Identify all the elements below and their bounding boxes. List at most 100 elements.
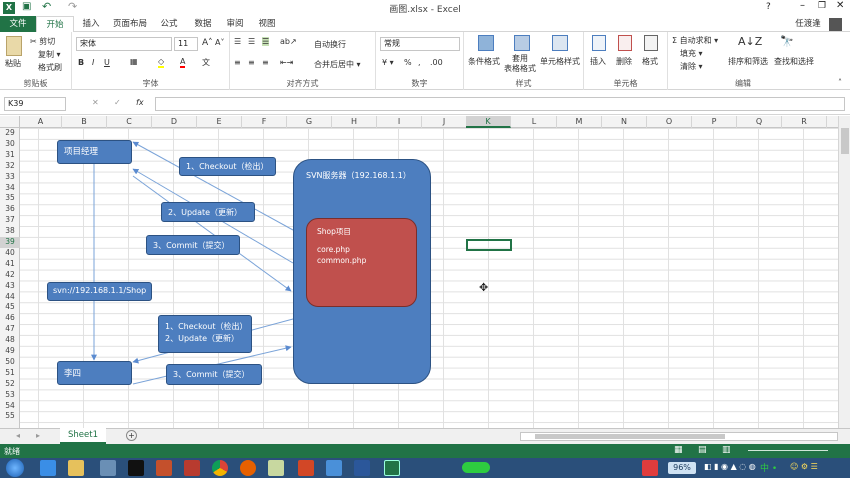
column-header-H[interactable]: H [332,116,377,128]
prev-sheet-icon[interactable]: ◂ [16,431,20,440]
zoom-slider[interactable] [748,450,828,451]
horizontal-scrollbar[interactable] [520,432,838,441]
find-select-icon[interactable]: 🔭 [780,35,794,48]
delete-cells-button[interactable]: 删除 [616,56,632,67]
tab-view[interactable]: 视图 [252,16,282,32]
step-checkout-label[interactable]: 1、Checkout（检出） [179,157,276,176]
phonetic-icon[interactable]: 文 [202,57,210,68]
column-header-A[interactable]: A [20,116,62,128]
help-icon[interactable]: ? [766,2,771,12]
column-header-I[interactable]: I [377,116,422,128]
fill-color-icon[interactable]: ◇ [158,57,165,68]
insert-cells-button[interactable]: 插入 [590,56,606,67]
chrome-icon[interactable] [212,460,228,476]
app-icon[interactable] [100,460,116,476]
avatar[interactable] [829,18,842,31]
lisi-box[interactable]: 李四 [57,361,132,385]
align-center-icon[interactable]: ≡ [248,58,255,67]
cell-styles-button[interactable]: 单元格样式 [540,56,580,67]
align-left-icon[interactable]: ≡ [234,58,241,67]
font-size-select[interactable]: 11 [174,37,198,51]
page-break-view-icon[interactable]: ▥ [722,445,731,455]
tab-insert[interactable]: 插入 [76,16,106,32]
delete-cells-icon[interactable] [618,35,632,51]
step-lisi-commit-label[interactable]: 3、Commit（提交） [166,364,262,385]
antivirus-icon[interactable] [642,460,658,476]
column-header-O[interactable]: O [647,116,692,128]
align-bottom-icon[interactable]: ☰ [262,37,270,46]
green-pill-icon[interactable] [462,462,490,473]
mail-icon[interactable] [326,460,342,476]
svn-url-label[interactable]: svn://192.168.1.1/Shop [47,282,152,301]
align-top-icon[interactable]: ☰ [234,37,241,46]
bold-icon[interactable]: B [78,58,84,67]
align-right-icon[interactable]: ≡ [262,58,269,67]
tab-formulas[interactable]: 公式 [154,16,184,32]
excel-taskbar-icon[interactable] [384,460,400,476]
next-sheet-icon[interactable]: ▸ [36,431,40,440]
column-header-J[interactable]: J [422,116,467,128]
step-update-label[interactable]: 2、Update（更新） [161,202,255,222]
start-icon[interactable] [6,459,24,477]
align-middle-icon[interactable]: ☰ [248,37,255,46]
clear-button[interactable]: 清除 ▾ [680,61,703,72]
insert-cells-icon[interactable] [592,35,606,51]
column-header-Q[interactable]: Q [737,116,782,128]
page-layout-view-icon[interactable]: ▤ [698,445,707,455]
paste-button[interactable]: 粘贴 [5,58,21,69]
shrink-font-icon[interactable]: A˅ [215,38,224,47]
close-icon[interactable]: ✕ [836,0,844,11]
cancel-icon[interactable]: ✕ [92,98,99,107]
enter-icon[interactable]: ✓ [114,98,121,107]
tab-file[interactable]: 文件 [0,16,36,32]
column-header-B[interactable]: B [62,116,107,128]
column-header-P[interactable]: P [692,116,737,128]
indent-icon[interactable]: ⇤⇥ [280,58,293,67]
add-sheet-button[interactable]: + [126,430,137,441]
percent-icon[interactable]: % [404,58,412,67]
tool-icon[interactable] [184,460,200,476]
italic-icon[interactable]: I [92,58,94,67]
vertical-scrollbar[interactable] [838,116,850,428]
svn-server-box[interactable]: SVN服务器（192.168.1.1） Shop项目 core.php comm… [293,159,431,384]
column-header-K[interactable]: K [466,116,511,128]
collapse-ribbon-icon[interactable]: ˄ [838,78,842,87]
copy-button[interactable]: 复制 ▾ [38,49,61,60]
column-header-F[interactable]: F [242,116,287,128]
column-header-L[interactable]: L [512,116,557,128]
column-header-M[interactable]: M [557,116,602,128]
column-header-G[interactable]: G [287,116,332,128]
normal-view-icon[interactable]: ▦ [674,445,683,455]
decimal-icon[interactable]: .00 [430,58,443,67]
scroll-thumb[interactable] [841,128,849,154]
terminal-icon[interactable] [128,460,144,476]
tray-icons[interactable]: ◧ ▮ ◉ ▲ ◌ ◍ [704,462,756,471]
grow-font-icon[interactable]: A˄ [202,38,213,48]
font-color-icon[interactable]: A [180,57,186,68]
sort-filter-icon[interactable]: A↓Z [738,35,762,48]
conditional-format-icon[interactable] [478,35,494,51]
formula-input[interactable] [155,97,845,111]
format-cells-button[interactable]: 格式 [642,56,658,67]
number-format-select[interactable]: 常规 [380,37,460,51]
tab-page-layout[interactable]: 页面布局 [108,16,152,32]
cut-button[interactable]: ✂ 剪切 [30,36,55,47]
format-cells-icon[interactable] [644,35,658,51]
conditional-format-button[interactable]: 条件格式 [468,56,500,67]
column-header-C[interactable]: C [107,116,152,128]
user-name[interactable]: 任渡逢 [790,16,826,32]
notes-icon[interactable] [268,460,284,476]
column-header-E[interactable]: E [197,116,242,128]
h-scroll-thumb[interactable] [535,434,725,439]
shop-project-box[interactable]: Shop项目 core.php common.php [306,218,417,307]
step-commit-label[interactable]: 3、Commit（提交） [146,235,240,255]
cell-styles-icon[interactable] [552,35,568,51]
underline-icon[interactable]: U [104,58,110,67]
sort-filter-button[interactable]: 排序和筛选 [728,56,768,67]
firefox-icon[interactable] [240,460,256,476]
comma-icon[interactable]: , [418,58,421,67]
tab-home[interactable]: 开始 [36,16,74,33]
zoom-indicator[interactable]: 96% [668,462,696,474]
table-format-button[interactable]: 套用 表格格式 [504,54,536,74]
border-icon[interactable]: ▦ [130,57,138,66]
